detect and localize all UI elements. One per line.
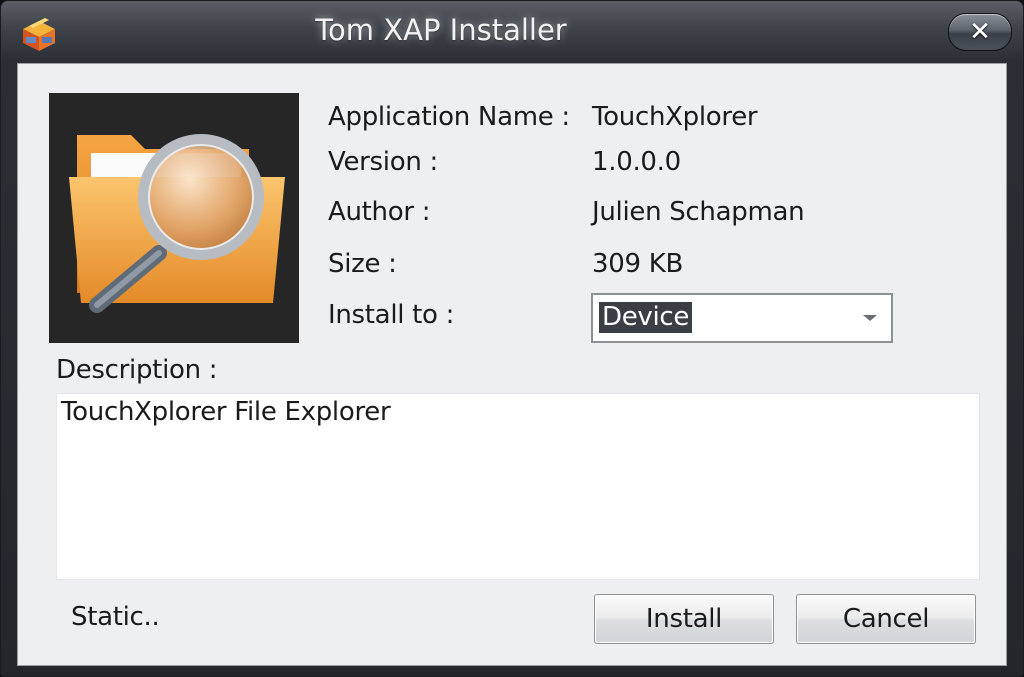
install-to-label: Install to : [328, 300, 455, 330]
folder-search-icon [49, 93, 299, 343]
close-button[interactable]: ✕ [948, 13, 1012, 51]
close-icon: ✕ [969, 17, 991, 47]
dialog-body: Application Name : TouchXplorer Version … [17, 63, 1007, 666]
window-title: Tom XAP Installer [315, 13, 567, 47]
version-value: 1.0.0.0 [592, 147, 681, 177]
author-label: Author : [328, 197, 431, 227]
version-label: Version : [328, 147, 438, 177]
install-button[interactable]: Install [594, 594, 774, 644]
size-label: Size : [328, 249, 397, 279]
description-label: Description : [56, 355, 218, 385]
cancel-button[interactable]: Cancel [796, 594, 976, 644]
chevron-down-icon[interactable] [863, 315, 877, 321]
installer-window: Tom XAP Installer ✕ Application Name: T… [0, 0, 1024, 677]
size-value: 309 KB [592, 249, 683, 279]
install-to-selected-value: Device [599, 302, 693, 333]
application-name-label: Application Name : [328, 102, 570, 132]
status-text: Static.. [71, 602, 160, 632]
title-bar[interactable]: Tom XAP Installer ✕ [1, 1, 1024, 63]
author-value: Julien Schapman [592, 197, 805, 227]
description-textbox[interactable]: TouchXplorer File Explorer [56, 393, 980, 580]
application-name-value: TouchXplorer [592, 102, 758, 132]
install-to-select[interactable]: Device [591, 293, 893, 343]
